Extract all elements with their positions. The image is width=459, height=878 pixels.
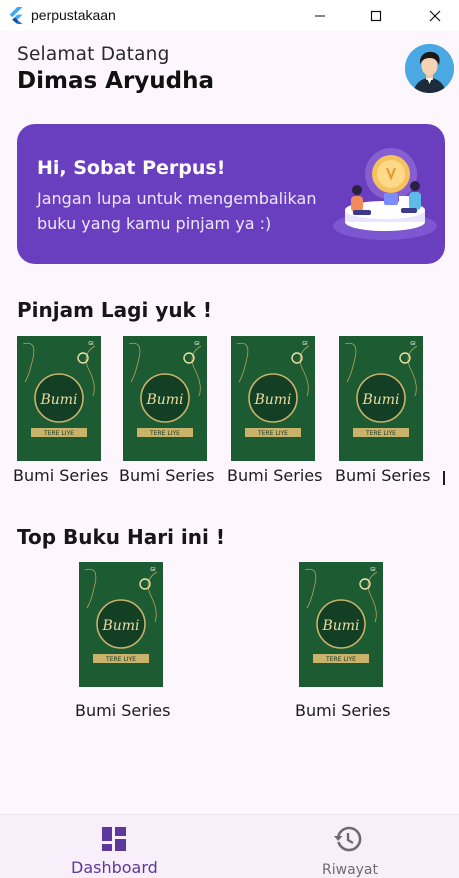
user-avatar-icon [405, 44, 454, 93]
cover-author: TERE LIYE [43, 430, 74, 437]
nav-label-dashboard: Dashboard [71, 858, 158, 877]
book-title: Bumi Series [335, 466, 431, 485]
cover-title: Bumi [39, 392, 77, 408]
cover-title: Bumi [145, 392, 183, 408]
cover-title: Bumi [253, 392, 291, 408]
close-button[interactable] [412, 0, 458, 31]
maximize-button[interactable] [353, 0, 399, 31]
bottom-navigation: Dashboard Riwayat [0, 814, 459, 878]
book-cover: Bumi TERE LIYE GI [79, 562, 163, 687]
cover-publisher: GI [88, 341, 93, 347]
close-icon [429, 10, 441, 21]
user-name: Dimas Aryudha [17, 68, 215, 94]
book-cover: Bumi TERE LIYE GI [123, 336, 207, 461]
book-title: Bumi Series [227, 466, 323, 485]
next-book-label-fragment [443, 471, 445, 485]
flutter-icon [9, 7, 23, 24]
cover-author: TERE LIYE [325, 656, 356, 663]
cover-publisher: GI [194, 341, 199, 347]
next-book-card-peek[interactable] [443, 466, 449, 488]
cover-publisher: GI [370, 567, 375, 573]
book-cover: Bumi TERE LIYE GI [17, 336, 101, 461]
top-books-title: Top Buku Hari ini ! [17, 525, 225, 549]
nav-item-riwayat[interactable]: Riwayat [300, 815, 396, 878]
minimize-button[interactable] [297, 0, 343, 31]
cover-author: TERE LIYE [149, 430, 180, 437]
banner-text: Jangan lupa untuk mengembalikan buku yan… [37, 189, 317, 233]
window-title: perpustakaan [31, 7, 116, 23]
reminder-banner: Hi, Sobat Perpus! Jangan lupa untuk meng… [17, 124, 445, 264]
borrow-again-carousel[interactable]: Bumi TERE LIYE GI Bumi Series Bumi TERE … [0, 336, 459, 496]
dashboard-icon [102, 827, 126, 851]
cover-title: Bumi [361, 392, 399, 408]
cover-author: TERE LIYE [257, 430, 288, 437]
cover-publisher: GI [302, 341, 307, 347]
cover-author: TERE LIYE [105, 656, 136, 663]
book-title: Bumi Series [75, 701, 171, 720]
nav-label-riwayat: Riwayat [322, 862, 378, 878]
book-cover: Bumi TERE LIYE GI [339, 336, 423, 461]
cover-author: TERE LIYE [365, 430, 396, 437]
minimize-icon [315, 15, 325, 16]
avatar[interactable] [405, 44, 454, 93]
history-icon [334, 826, 362, 852]
book-title: Bumi Series [13, 466, 109, 485]
borrow-again-title: Pinjam Lagi yuk ! [17, 298, 212, 322]
book-cover: Bumi TERE LIYE GI [299, 562, 383, 687]
maximize-icon [370, 10, 382, 21]
greeting-text: Selamat Datang [17, 44, 170, 65]
cover-publisher: GI [150, 567, 155, 573]
book-cover: Bumi TERE LIYE GI [231, 336, 315, 461]
banner-title: Hi, Sobat Perpus! [37, 157, 226, 179]
book-title: Bumi Series [295, 701, 391, 720]
lightbulb-reading-illustration-icon [333, 148, 437, 240]
window-titlebar: perpustakaan [0, 0, 459, 31]
cover-title: Bumi [101, 618, 139, 634]
book-title: Bumi Series [119, 466, 215, 485]
cover-publisher: GI [410, 341, 415, 347]
cover-title: Bumi [321, 618, 359, 634]
nav-item-dashboard[interactable]: Dashboard [60, 815, 170, 878]
